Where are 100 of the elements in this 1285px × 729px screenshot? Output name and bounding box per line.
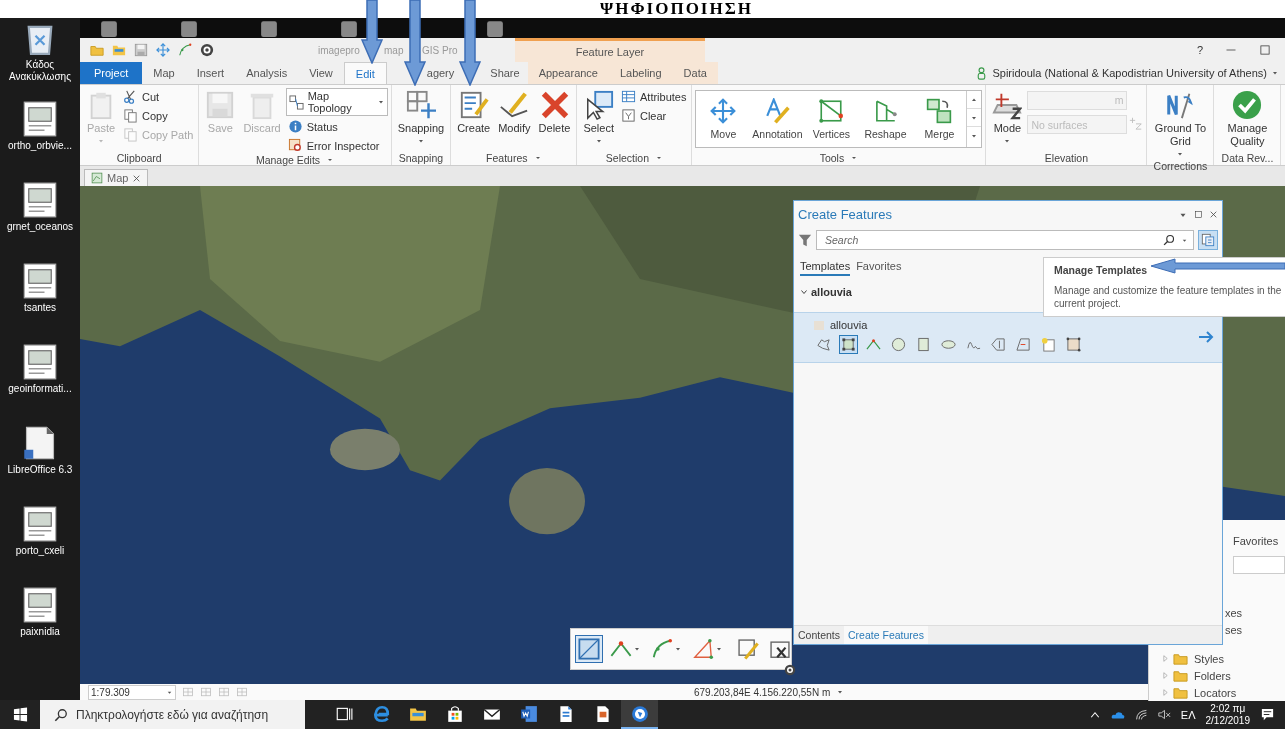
catalog-item[interactable]: Locators: [1161, 684, 1237, 701]
filter-icon[interactable]: [798, 233, 812, 247]
app-shortcut-icon[interactable]: [180, 20, 198, 38]
window-title: imagepro: [318, 44, 361, 56]
search-field[interactable]: Search: [816, 230, 1194, 250]
catalog-search-field[interactable]: [1233, 556, 1285, 574]
pane-tab[interactable]: Favorites: [856, 258, 902, 276]
caret-down-icon: [1003, 137, 1012, 145]
move-arrows-icon[interactable]: [156, 43, 170, 57]
app-shortcut-icon[interactable]: [340, 20, 358, 38]
document-tab[interactable]: Map: [84, 169, 149, 186]
desktop-icon-label[interactable]: paixnidia: [20, 626, 60, 638]
ribbon-tab[interactable]: Map: [142, 62, 186, 84]
catalog-item[interactable]: ses: [1225, 621, 1243, 638]
ribbon-button[interactable]: Ground To Grid: [1150, 88, 1211, 160]
ribbon-tab[interactable]: Appearance: [527, 62, 609, 84]
desktop-icon-label[interactable]: porto_cxeli: [15, 545, 65, 557]
clock-time[interactable]: 2:02 πμ: [1210, 702, 1246, 715]
taskbar-app-button[interactable]: [621, 700, 658, 729]
close-icon[interactable]: [1209, 210, 1218, 219]
ribbon-tab[interactable]: Labeling: [609, 62, 673, 84]
pane-tab[interactable]: Create Features: [844, 626, 928, 644]
desktop-icon-label[interactable]: tsantes: [23, 302, 57, 314]
window-title: GIS Pro: [422, 44, 458, 56]
ribbon-button[interactable]: Copy: [121, 107, 196, 124]
document-thumbnail-icon[interactable]: [22, 182, 58, 218]
app-shortcut-icon[interactable]: [486, 20, 504, 38]
ribbon-tab[interactable]: View: [298, 62, 344, 84]
gallery-tool[interactable]: Reshape: [858, 91, 913, 147]
gallery-tool[interactable]: Vertices: [804, 91, 859, 147]
catalog-tab[interactable]: Favorites: [1233, 533, 1279, 549]
ribbon-button[interactable]: Create: [454, 88, 494, 137]
gear-icon[interactable]: [200, 43, 214, 57]
desktop-icon-label[interactable]: geoinformati...: [8, 383, 72, 395]
ribbon-button[interactable]: Error Inspector: [285, 137, 388, 154]
app-shortcut-icon[interactable]: [260, 20, 278, 38]
ribbon-tab[interactable]: Data: [672, 62, 718, 84]
close-icon[interactable]: [132, 173, 142, 183]
document-thumbnail-icon[interactable]: [22, 506, 58, 542]
ribbon-button[interactable]: Delete: [535, 88, 574, 137]
gear-icon[interactable]: [784, 664, 796, 676]
ribbon-button[interactable]: Status: [285, 118, 388, 135]
document-thumbnail-icon[interactable]: [22, 101, 58, 137]
caret-down-icon[interactable]: [1271, 69, 1279, 77]
construction-tool-button[interactable]: [889, 335, 908, 354]
ribbon-tab[interactable]: Analysis: [235, 62, 299, 84]
construction-tool-button[interactable]: [1064, 335, 1083, 354]
ribbon-button[interactable]: Clear: [619, 107, 689, 124]
catalog-item[interactable]: xes: [1225, 604, 1243, 621]
scissors-icon: [123, 89, 138, 104]
ribbon-button[interactable]: Snapping: [394, 88, 448, 147]
pane-tab[interactable]: Contents: [794, 626, 845, 644]
ribbon-button[interactable]: Modify: [495, 88, 534, 137]
ribbon-tab[interactable]: Edit: [343, 62, 387, 84]
file-folder-icon[interactable]: [112, 43, 126, 57]
ribbon-button[interactable]: Manage Quality: [1217, 88, 1278, 150]
construction-tool-button[interactable]: [989, 335, 1008, 354]
taskbar-search-field[interactable]: Πληκτρολογήστε εδώ για αναζήτηση: [40, 700, 305, 729]
templates-icon: [1201, 233, 1215, 247]
ribbon-tab[interactable]: Insert: [185, 62, 236, 84]
gallery-tool[interactable]: Merge: [912, 91, 967, 147]
language-indicator[interactable]: ΕΛ: [1180, 708, 1196, 721]
ribbon-tab[interactable]: Project: [80, 62, 143, 84]
feature-template[interactable]: allouvia: [794, 312, 1222, 363]
ribbon-tab[interactable]: Share: [482, 62, 528, 84]
desktop-icon-label[interactable]: Κάδος Ανακύκλωσης: [1, 59, 79, 83]
document-thumbnail-icon[interactable]: [22, 344, 58, 380]
catalog-item[interactable]: Styles: [1161, 650, 1224, 667]
gallery-tool[interactable]: Annotation: [750, 91, 805, 147]
dropdown-pin-icon[interactable]: [326, 156, 335, 164]
ribbon-tab[interactable]: agery: [422, 62, 459, 84]
clear-selection-icon: [621, 108, 636, 123]
desktop-icon-label[interactable]: ortho_orbvie...: [8, 140, 72, 152]
speaker-muted-icon[interactable]: [1157, 708, 1171, 721]
construction-tool-button[interactable]: [839, 335, 858, 354]
desktop-icon-label[interactable]: grnet_oceanos: [6, 221, 74, 233]
app-shortcut-icon[interactable]: [100, 20, 118, 38]
pane-tab[interactable]: Templates: [800, 258, 851, 276]
manage-templates-button[interactable]: [1198, 230, 1218, 250]
document-thumbnail-icon[interactable]: [22, 263, 58, 299]
user-name[interactable]: Spiridoula (National & Kapodistrian University of Athens): [992, 67, 1267, 79]
help-button[interactable]: ?: [1196, 44, 1203, 56]
scale-field[interactable]: 1:79.309: [88, 684, 176, 700]
ribbon-button[interactable]: Attributes: [619, 88, 689, 105]
catalog-item[interactable]: Folders: [1161, 667, 1231, 684]
caret-down-icon[interactable]: [836, 688, 845, 696]
ribbon-button[interactable]: Mode: [989, 88, 1026, 147]
maximize-icon[interactable]: [1259, 44, 1271, 56]
arrow-right-icon[interactable]: [1198, 328, 1214, 345]
clock-date[interactable]: 2/12/2019: [1205, 714, 1250, 727]
wifi-icon[interactable]: [1134, 708, 1148, 721]
gallery-tool[interactable]: Move: [696, 91, 751, 147]
notification-icon[interactable]: [1260, 707, 1275, 722]
ribbon-button[interactable]: Select: [580, 88, 617, 147]
maximize-icon[interactable]: [1194, 210, 1203, 219]
topology-dropdown[interactable]: Map Topology: [285, 88, 388, 116]
ribbon-button[interactable]: Cut: [121, 88, 196, 105]
desktop-icon-label[interactable]: LibreOffice 6.3: [7, 464, 73, 476]
document-thumbnail-icon[interactable]: [22, 587, 58, 623]
arc-line-icon[interactable]: [178, 43, 192, 57]
